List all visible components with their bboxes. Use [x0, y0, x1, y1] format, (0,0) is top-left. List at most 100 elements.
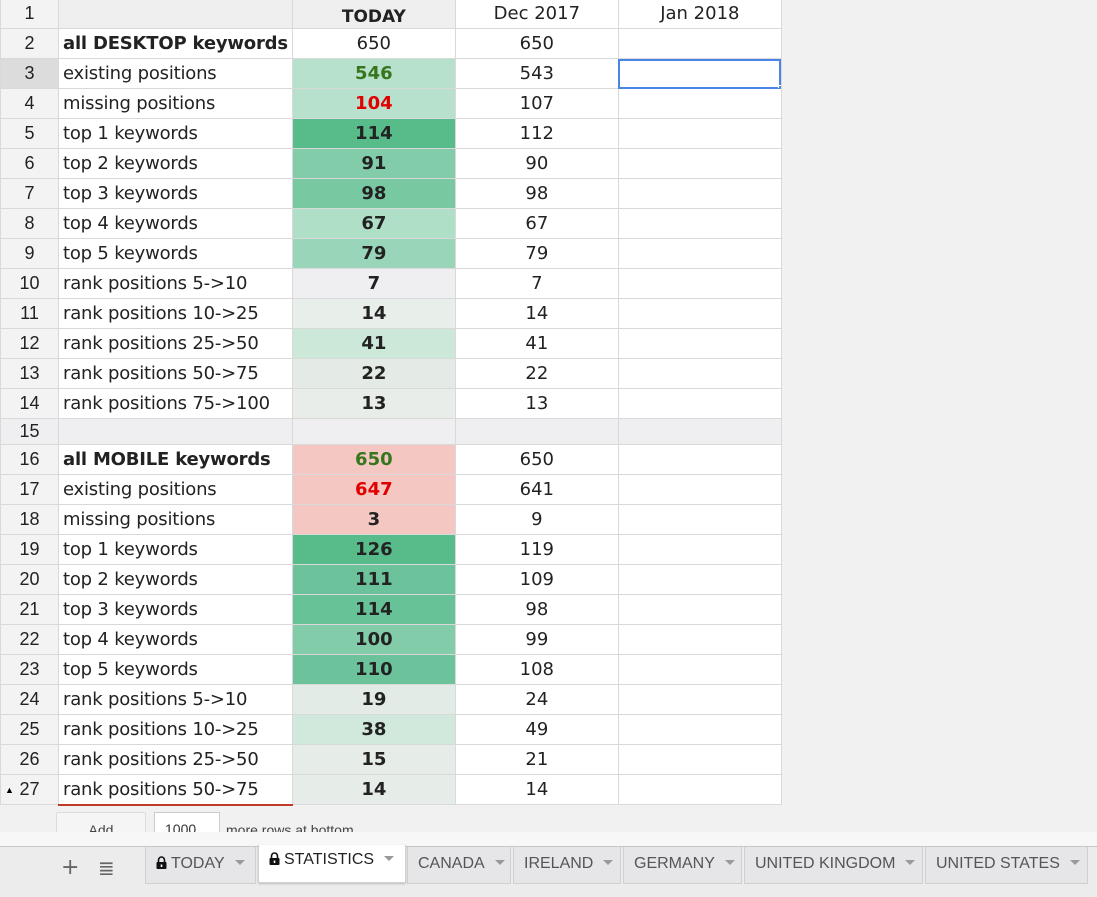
jan-2018-cell[interactable]: [617, 594, 782, 625]
column-header-dec-2017[interactable]: Dec 2017: [454, 0, 619, 29]
row-header[interactable]: 20: [0, 564, 59, 595]
row-header[interactable]: 1: [0, 0, 59, 29]
today-cell[interactable]: 13: [291, 388, 456, 419]
dec-2017-cell[interactable]: 119: [454, 534, 619, 565]
column-header-jan-2018[interactable]: Jan 2018: [617, 0, 782, 29]
dec-2017-cell[interactable]: 650: [454, 444, 619, 475]
row-header[interactable]: 16: [0, 444, 59, 475]
today-cell[interactable]: 91: [291, 148, 456, 179]
today-cell[interactable]: 100: [291, 624, 456, 655]
dec-2017-cell[interactable]: 7: [454, 268, 619, 299]
row-header[interactable]: 14: [0, 388, 59, 419]
row-header[interactable]: 3: [0, 58, 59, 89]
dec-2017-cell[interactable]: 41: [454, 328, 619, 359]
today-cell[interactable]: 14: [291, 774, 456, 805]
jan-2018-cell[interactable]: [617, 88, 782, 119]
tab-menu-caret-icon[interactable]: [384, 856, 395, 861]
sheet-tab-germany[interactable]: GERMANY: [623, 847, 742, 884]
label-cell[interactable]: rank positions 50->75: [58, 774, 293, 806]
row-header[interactable]: ▲ 27: [0, 774, 59, 805]
label-cell[interactable]: top 3 keywords: [58, 594, 293, 625]
today-cell[interactable]: 14: [291, 298, 456, 329]
jan-2018-cell[interactable]: [617, 654, 782, 685]
today-cell[interactable]: 7: [291, 268, 456, 299]
jan-2018-cell[interactable]: [617, 534, 782, 565]
label-cell[interactable]: top 2 keywords: [58, 564, 293, 595]
dec-2017-cell[interactable]: 79: [454, 238, 619, 269]
jan-2018-cell[interactable]: [617, 564, 782, 595]
tab-menu-caret-icon[interactable]: [234, 860, 245, 865]
row-header[interactable]: 13: [0, 358, 59, 389]
dec-2017-cell[interactable]: 67: [454, 208, 619, 239]
dec-2017-cell[interactable]: 107: [454, 88, 619, 119]
label-cell[interactable]: existing positions: [58, 58, 293, 89]
label-cell[interactable]: top 5 keywords: [58, 654, 293, 685]
label-cell[interactable]: top 5 keywords: [58, 238, 293, 269]
selected-cell[interactable]: [617, 58, 782, 89]
today-cell[interactable]: 15: [291, 744, 456, 775]
dec-2017-cell[interactable]: 99: [454, 624, 619, 655]
dec-2017-cell[interactable]: 109: [454, 564, 619, 595]
label-cell[interactable]: [58, 418, 293, 445]
dec-2017-cell[interactable]: 21: [454, 744, 619, 775]
today-cell[interactable]: 22: [291, 358, 456, 389]
sheet-tab-canada[interactable]: CANADA: [407, 847, 511, 884]
label-cell[interactable]: rank positions 50->75: [58, 358, 293, 389]
row-header[interactable]: 10: [0, 268, 59, 299]
sheet-tab-ireland[interactable]: IRELAND: [513, 847, 621, 884]
tab-menu-caret-icon[interactable]: [905, 860, 916, 865]
today-cell[interactable]: 650: [291, 28, 456, 59]
today-cell[interactable]: 19: [291, 684, 456, 715]
row-header[interactable]: 22: [0, 624, 59, 655]
row-header[interactable]: 7: [0, 178, 59, 209]
label-cell[interactable]: top 1 keywords: [58, 534, 293, 565]
dec-2017-cell[interactable]: 22: [454, 358, 619, 389]
dec-2017-cell[interactable]: 14: [454, 298, 619, 329]
today-cell[interactable]: 114: [291, 118, 456, 149]
sheet-tab-statistics[interactable]: STATISTICS: [258, 845, 406, 883]
today-cell[interactable]: 79: [291, 238, 456, 269]
column-header-today[interactable]: TODAY: [291, 0, 456, 29]
dec-2017-cell[interactable]: 112: [454, 118, 619, 149]
label-cell[interactable]: existing positions: [58, 474, 293, 505]
label-cell[interactable]: rank positions 10->25: [58, 298, 293, 329]
jan-2018-cell[interactable]: [617, 208, 782, 239]
jan-2018-cell[interactable]: [617, 504, 782, 535]
dec-2017-cell[interactable]: 98: [454, 594, 619, 625]
today-cell[interactable]: 546: [291, 58, 456, 89]
label-cell[interactable]: top 2 keywords: [58, 148, 293, 179]
label-cell[interactable]: rank positions 10->25: [58, 714, 293, 745]
row-header[interactable]: 18: [0, 504, 59, 535]
sheet-tab-united-states[interactable]: UNITED STATES: [925, 847, 1088, 884]
label-cell[interactable]: top 4 keywords: [58, 208, 293, 239]
label-cell[interactable]: rank positions 5->10: [58, 684, 293, 715]
label-cell[interactable]: missing positions: [58, 88, 293, 119]
row-header[interactable]: 25: [0, 714, 59, 745]
add-sheet-icon[interactable]: +: [61, 855, 79, 880]
jan-2018-cell[interactable]: [617, 148, 782, 179]
today-cell[interactable]: 650: [291, 444, 456, 475]
row-header[interactable]: 11: [0, 298, 59, 329]
label-cell[interactable]: rank positions 5->10: [58, 268, 293, 299]
jan-2018-cell[interactable]: [617, 444, 782, 475]
row-header[interactable]: 4: [0, 88, 59, 119]
tab-menu-caret-icon[interactable]: [724, 860, 735, 865]
label-cell[interactable]: rank positions 25->50: [58, 328, 293, 359]
row-header[interactable]: 8: [0, 208, 59, 239]
sheet-tab-today[interactable]: TODAY: [145, 847, 256, 884]
label-cell[interactable]: top 3 keywords: [58, 178, 293, 209]
tab-menu-caret-icon[interactable]: [1069, 860, 1080, 865]
label-cell[interactable]: rank positions 75->100: [58, 388, 293, 419]
row-header[interactable]: 2: [0, 28, 59, 59]
label-cell[interactable]: all MOBILE keywords: [58, 444, 293, 475]
label-cell[interactable]: top 1 keywords: [58, 118, 293, 149]
jan-2018-cell[interactable]: [617, 268, 782, 299]
jan-2018-cell[interactable]: [617, 714, 782, 745]
today-cell[interactable]: 114: [291, 594, 456, 625]
sheet-tab-united-kingdom[interactable]: UNITED KINGDOM: [744, 847, 923, 884]
dec-2017-cell[interactable]: 9: [454, 504, 619, 535]
jan-2018-cell[interactable]: [617, 388, 782, 419]
today-cell[interactable]: 126: [291, 534, 456, 565]
jan-2018-cell[interactable]: [617, 178, 782, 209]
dec-2017-cell[interactable]: 14: [454, 774, 619, 805]
